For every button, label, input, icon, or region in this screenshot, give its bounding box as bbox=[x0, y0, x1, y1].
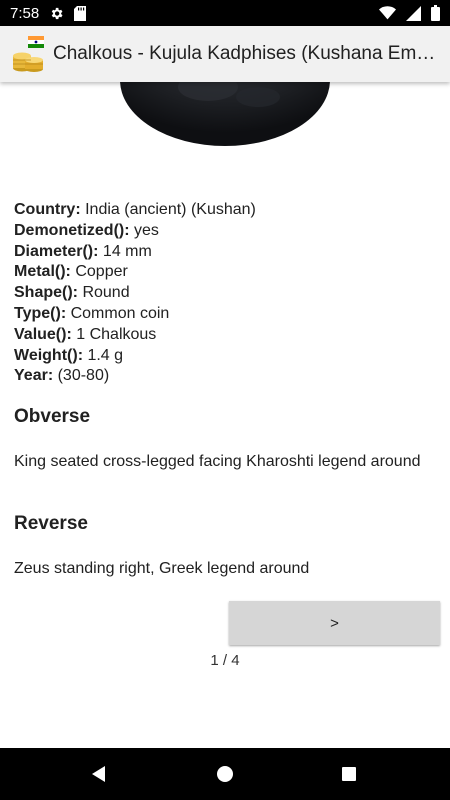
app-bar: Chalkous - Kujula Kadphises (Kushana Em… bbox=[0, 26, 450, 82]
detail-value: Round bbox=[78, 284, 130, 302]
detail-value-row: Value(): 1 Chalkous bbox=[14, 325, 434, 346]
cellular-signal-icon bbox=[406, 5, 421, 21]
battery-icon bbox=[431, 5, 440, 21]
reverse-heading: Reverse bbox=[14, 513, 88, 534]
navigation-bar bbox=[0, 748, 450, 800]
page-title: Chalkous - Kujula Kadphises (Kushana Em… bbox=[53, 43, 436, 64]
detail-label: Country: bbox=[14, 201, 81, 218]
obverse-heading: Obverse bbox=[14, 406, 91, 427]
detail-demonetized: Demonetized(): yes bbox=[14, 221, 434, 242]
detail-value: Copper bbox=[70, 263, 128, 281]
coins-with-india-flag-icon[interactable] bbox=[12, 36, 44, 72]
detail-metal: Metal(): Copper bbox=[14, 262, 434, 283]
next-button[interactable]: > bbox=[229, 601, 440, 645]
coin-details: Country: India (ancient) (Kushan) Demone… bbox=[14, 200, 434, 387]
recents-icon[interactable] bbox=[337, 762, 361, 786]
detail-label: Value(): bbox=[14, 325, 72, 343]
status-bar: 7:58 bbox=[0, 0, 450, 26]
gear-icon bbox=[49, 6, 64, 21]
detail-value: (30-80) bbox=[53, 367, 110, 385]
detail-value: 1.4 g bbox=[83, 346, 124, 364]
detail-country: Country: India (ancient) (Kushan) bbox=[14, 200, 434, 221]
home-icon[interactable] bbox=[213, 762, 237, 786]
detail-weight: Weight(): 1.4 g bbox=[14, 346, 434, 367]
detail-label: Metal(): bbox=[14, 263, 71, 281]
detail-diameter: Diameter(): 14 mm bbox=[14, 242, 434, 263]
page-indicator: 1 / 4 bbox=[210, 652, 240, 669]
status-time: 7:58 bbox=[10, 4, 40, 22]
coin-image bbox=[120, 82, 330, 146]
detail-label: Shape(): bbox=[14, 284, 78, 302]
detail-value: Common coin bbox=[66, 304, 170, 322]
detail-type: Type(): Common coin bbox=[14, 304, 434, 325]
detail-value: India (ancient) (Kushan) bbox=[80, 201, 256, 218]
content-area[interactable]: Country: India (ancient) (Kushan) Demone… bbox=[0, 82, 450, 748]
sd-card-icon bbox=[74, 5, 87, 21]
detail-value: 14 mm bbox=[98, 242, 152, 260]
detail-label: Weight(): bbox=[14, 346, 84, 364]
detail-shape: Shape(): Round bbox=[14, 283, 434, 304]
detail-label: Type(): bbox=[14, 304, 67, 322]
reverse-text: Zeus standing right, Greek legend around bbox=[14, 560, 310, 577]
detail-label: Year: bbox=[14, 367, 54, 385]
wifi-icon bbox=[379, 6, 396, 20]
detail-value: yes bbox=[129, 221, 159, 239]
detail-year: Year: (30-80) bbox=[14, 366, 434, 387]
obverse-text: King seated cross-legged facing Kharosht… bbox=[14, 453, 421, 470]
detail-label: Diameter(): bbox=[14, 242, 99, 260]
detail-value: 1 Chalkous bbox=[71, 325, 157, 343]
detail-label: Demonetized(): bbox=[14, 221, 130, 239]
back-icon[interactable] bbox=[87, 762, 111, 786]
